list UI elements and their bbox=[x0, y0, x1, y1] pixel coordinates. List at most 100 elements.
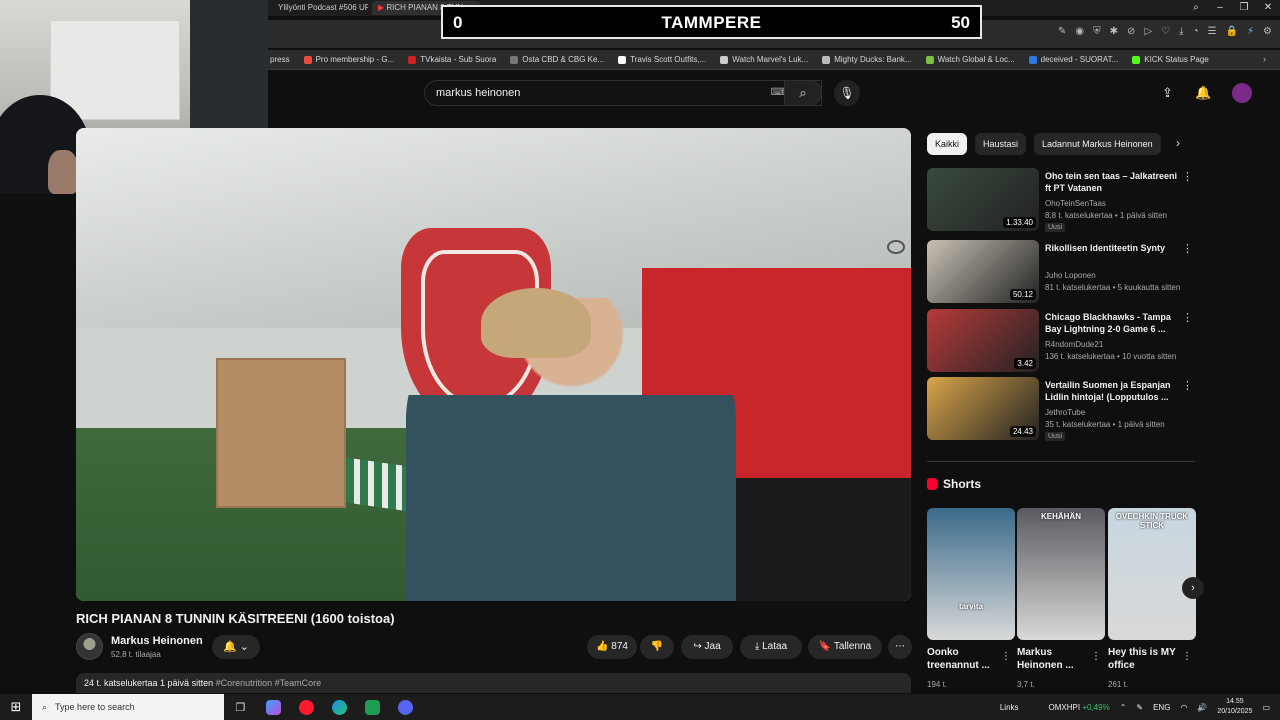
short-title[interactable]: Oonko treenannut ... bbox=[927, 646, 999, 672]
dislike-button[interactable]: 👎 bbox=[640, 635, 674, 659]
links-label[interactable]: Links bbox=[1000, 703, 1019, 712]
video-thumbnail[interactable]: 50.12 bbox=[927, 240, 1039, 303]
notification-center-icon[interactable]: ▭ bbox=[1262, 703, 1270, 712]
recommendation-channel[interactable]: JethroTube bbox=[1045, 408, 1085, 417]
save-button[interactable]: 🔖 Tallenna bbox=[808, 635, 882, 659]
more-vert-icon[interactable]: ⋮ bbox=[1182, 311, 1193, 324]
filter-chip[interactable]: Ladannut Markus Heinonen bbox=[1034, 133, 1161, 155]
copilot-icon[interactable] bbox=[257, 694, 290, 720]
download-icon[interactable]: ⤓ bbox=[1179, 26, 1183, 37]
chevron-up-icon[interactable]: ⌃ bbox=[1120, 703, 1127, 712]
lock-icon[interactable]: 🔒 bbox=[1226, 26, 1238, 37]
volume-icon[interactable]: 🔊 bbox=[1197, 703, 1207, 712]
language-indicator[interactable]: ENG bbox=[1153, 703, 1170, 712]
settings-icon[interactable]: ⚙ bbox=[1263, 26, 1272, 37]
upload-icon[interactable]: ⇪ bbox=[1162, 85, 1173, 101]
short-thumbnail[interactable]: tarvita bbox=[927, 508, 1015, 640]
taskbar-search[interactable]: ⌕ Type here to search bbox=[32, 694, 224, 720]
recommendation-title[interactable]: Vertailin Suomen ja Espanjan Lidlin hint… bbox=[1045, 379, 1183, 403]
voice-search-button[interactable]: 🎙 bbox=[834, 80, 860, 106]
recommendation-item[interactable]: 3.42 Chicago Blackhawks - Tampa Bay Light… bbox=[927, 309, 1195, 375]
wifi-icon[interactable]: ◠ bbox=[1180, 703, 1187, 712]
channel-name[interactable]: Markus Heinonen bbox=[111, 635, 203, 647]
bookmark-item[interactable]: KICK Status Page bbox=[1132, 55, 1209, 64]
discord-icon[interactable] bbox=[389, 694, 422, 720]
download-button[interactable]: ⤓ Lataa bbox=[740, 635, 802, 659]
bookmark-item[interactable]: deceived - SUORAT... bbox=[1028, 55, 1118, 64]
windows-start-icon[interactable]: ⊞ bbox=[0, 699, 32, 715]
search-button[interactable]: ⌕ bbox=[784, 80, 822, 106]
bookmark-item[interactable]: Pro membership - G... bbox=[303, 55, 394, 64]
bookmarks-overflow-icon[interactable]: › bbox=[1263, 54, 1266, 64]
filter-chip[interactable]: Kaikki bbox=[927, 133, 968, 155]
recommendation-item[interactable]: 24.43 Vertailin Suomen ja Espanjan Lidlin… bbox=[927, 377, 1195, 443]
camera-icon[interactable]: ◉ bbox=[1075, 26, 1084, 37]
video-thumbnail[interactable]: 3.42 bbox=[927, 309, 1039, 372]
video-thumbnail[interactable]: 1.33.40 bbox=[927, 168, 1039, 231]
shorts-next-button[interactable]: › bbox=[1182, 577, 1204, 599]
more-actions-button[interactable]: ⋯ bbox=[888, 635, 912, 659]
keyboard-icon[interactable]: ⌨ bbox=[771, 87, 785, 98]
bookmark-item[interactable]: press bbox=[270, 55, 290, 64]
extension-2-icon[interactable]: ⚡ bbox=[1247, 26, 1254, 37]
video-player[interactable] bbox=[76, 128, 911, 601]
bookmark-favicon-icon bbox=[618, 55, 627, 64]
more-vert-icon[interactable]: ⋮ bbox=[1001, 651, 1011, 662]
short-title[interactable]: Markus Heinonen ... bbox=[1017, 646, 1089, 672]
more-vert-icon[interactable]: ⋮ bbox=[1091, 651, 1101, 662]
recommendation-item[interactable]: 50.12 Rikollisen Identiteetin Synty Juho L… bbox=[927, 240, 1195, 306]
recommendation-title[interactable]: Oho tein sen taas – Jalkatreeni ft PT Va… bbox=[1045, 170, 1183, 194]
tab-podcast[interactable]: Ylilyönti Podcast #506 UF bbox=[272, 1, 368, 15]
menu-icon[interactable]: ☰ bbox=[1208, 26, 1217, 37]
hashtags[interactable]: #Corenutrition #TeamCore bbox=[216, 678, 322, 688]
recommendation-title[interactable]: Chicago Blackhawks - Tampa Bay Lightning… bbox=[1045, 311, 1183, 335]
more-vert-icon[interactable]: ⋮ bbox=[1182, 242, 1193, 255]
heart-icon[interactable]: ♡ bbox=[1161, 26, 1170, 37]
subscribed-bell-button[interactable]: 🔔 ⌄ bbox=[212, 635, 260, 659]
search-input[interactable]: markus heinonen ⌨ ✕ bbox=[424, 80, 822, 106]
account-avatar[interactable] bbox=[1232, 83, 1252, 103]
recommendation-channel[interactable]: OhoTeinSenTaas bbox=[1045, 199, 1106, 208]
recommendation-item[interactable]: 1.33.40 Oho tein sen taas – Jalkatreeni f… bbox=[927, 168, 1195, 234]
bookmark-item[interactable]: Travis Scott Outfits,... bbox=[618, 55, 706, 64]
play-icon[interactable]: ▷ bbox=[1144, 26, 1152, 37]
recommendation-channel[interactable]: Juho Loponen bbox=[1045, 271, 1096, 280]
short-thumbnail[interactable]: OVECHKIN TRUCK STICK bbox=[1108, 508, 1196, 640]
history-icon[interactable]: ◔ bbox=[1193, 26, 1199, 37]
short-thumbnail[interactable]: KEHÄHÄN bbox=[1017, 508, 1105, 640]
bookmark-item[interactable]: Watch Marvel's Luk... bbox=[720, 55, 808, 64]
vpn-icon[interactable]: ⊘ bbox=[1127, 26, 1135, 37]
more-vert-icon[interactable]: ⋮ bbox=[1182, 379, 1193, 392]
description-box[interactable]: 24 t. katselukertaa 1 päivä sitten #Core… bbox=[76, 673, 911, 693]
edge-icon[interactable] bbox=[323, 694, 356, 720]
more-vert-icon[interactable]: ⋮ bbox=[1182, 170, 1193, 183]
filter-chip[interactable]: Haustasi bbox=[975, 133, 1027, 155]
shield-icon[interactable]: ⛨ bbox=[1093, 26, 1101, 37]
more-vert-icon[interactable]: ⋮ bbox=[1182, 651, 1192, 662]
opera-icon[interactable] bbox=[290, 694, 323, 720]
like-button[interactable]: 👍 874 bbox=[587, 635, 637, 659]
short-title[interactable]: Hey this is MY office bbox=[1108, 646, 1180, 672]
recommendation-title[interactable]: Rikollisen Identiteetin Synty bbox=[1045, 242, 1183, 254]
video-thumbnail[interactable]: 24.43 bbox=[927, 377, 1039, 440]
spreadsheet-app-icon[interactable] bbox=[356, 694, 389, 720]
chevron-right-icon[interactable]: › bbox=[1176, 136, 1180, 150]
extension-icon[interactable]: ✱ bbox=[1110, 26, 1118, 37]
restore-icon[interactable]: ❐ bbox=[1232, 0, 1256, 16]
stock-widget[interactable]: OMXHPI +0,49% bbox=[1049, 703, 1110, 712]
bookmark-item[interactable]: TVkaista - Sub Suora bbox=[408, 55, 496, 64]
edit-icon[interactable]: ✎ bbox=[1058, 26, 1066, 37]
bookmark-item[interactable]: Mighty Ducks: Bank... bbox=[822, 55, 912, 64]
bookmark-item[interactable]: Osta CBD & CBG Ke... bbox=[510, 55, 604, 64]
channel-avatar[interactable] bbox=[76, 633, 103, 660]
pen-icon[interactable]: ✎ bbox=[1136, 703, 1143, 712]
bookmark-item[interactable]: Watch Global & Loc... bbox=[925, 55, 1015, 64]
notifications-icon[interactable]: 🔔 bbox=[1195, 85, 1211, 101]
share-button[interactable]: ↪ Jaa bbox=[681, 635, 733, 659]
clock[interactable]: 14.55 20/10/2025 bbox=[1217, 697, 1252, 717]
recommendation-channel[interactable]: R4ndomDude21 bbox=[1045, 340, 1103, 349]
minimize-icon[interactable]: – bbox=[1208, 0, 1232, 16]
close-window-icon[interactable]: ✕ bbox=[1256, 0, 1280, 16]
search-tabs-icon[interactable]: ⌕ bbox=[1184, 0, 1208, 16]
task-view-icon[interactable]: ❐ bbox=[224, 694, 257, 720]
